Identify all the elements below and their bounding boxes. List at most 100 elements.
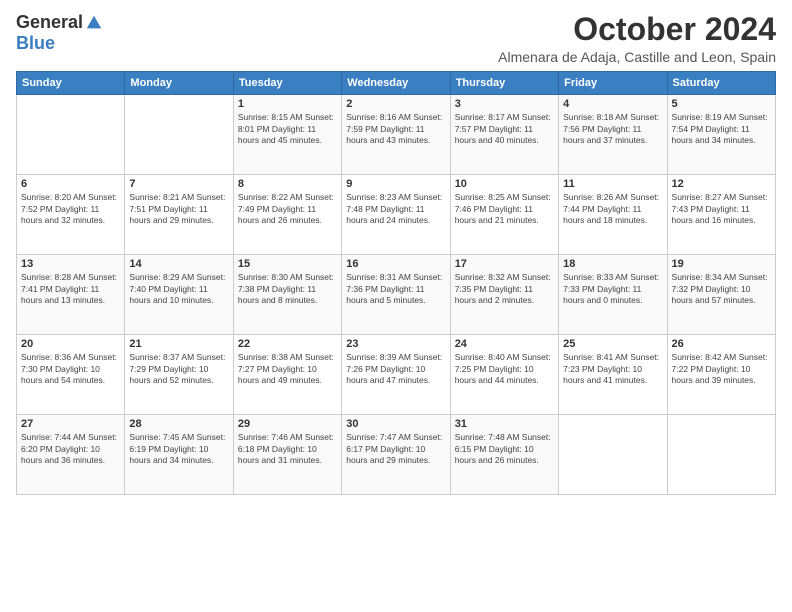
table-row: 1 Sunrise: 8:15 AM Sunset: 8:01 PM Daylig… [233,95,341,175]
header-thursday: Thursday [450,72,558,95]
day-info: Sunrise: 8:22 AM Sunset: 7:49 PM Dayligh… [238,192,337,226]
day-info: Sunrise: 8:33 AM Sunset: 7:33 PM Dayligh… [563,272,662,306]
day-info: Sunrise: 8:42 AM Sunset: 7:22 PM Dayligh… [672,352,771,386]
day-number: 7 [129,178,228,190]
day-number: 14 [129,258,228,270]
table-row [17,95,125,175]
day-number: 24 [455,338,554,350]
day-info: Sunrise: 8:15 AM Sunset: 8:01 PM Dayligh… [238,112,337,146]
day-number: 22 [238,338,337,350]
logo-general-text: General [16,12,83,33]
table-row: 14 Sunrise: 8:29 AM Sunset: 7:40 PM Dayli… [125,255,233,335]
day-number: 1 [238,98,337,110]
table-row: 12 Sunrise: 8:27 AM Sunset: 7:43 PM Dayli… [667,175,775,255]
table-row: 4 Sunrise: 8:18 AM Sunset: 7:56 PM Daylig… [559,95,667,175]
day-number: 20 [21,338,120,350]
day-info: Sunrise: 8:31 AM Sunset: 7:36 PM Dayligh… [346,272,445,306]
title-block: October 2024 Almenara de Adaja, Castille… [498,12,776,65]
table-row: 26 Sunrise: 8:42 AM Sunset: 7:22 PM Dayli… [667,335,775,415]
calendar-table: Sunday Monday Tuesday Wednesday Thursday… [16,71,776,495]
location-title: Almenara de Adaja, Castille and Leon, Sp… [498,49,776,65]
day-number: 9 [346,178,445,190]
day-number: 2 [346,98,445,110]
day-info: Sunrise: 7:45 AM Sunset: 6:19 PM Dayligh… [129,432,228,466]
logo-blue-text: Blue [16,33,55,54]
table-row: 24 Sunrise: 8:40 AM Sunset: 7:25 PM Dayli… [450,335,558,415]
table-row: 30 Sunrise: 7:47 AM Sunset: 6:17 PM Dayli… [342,415,450,495]
day-number: 16 [346,258,445,270]
calendar-body: 1 Sunrise: 8:15 AM Sunset: 8:01 PM Daylig… [17,95,776,495]
day-info: Sunrise: 7:44 AM Sunset: 6:20 PM Dayligh… [21,432,120,466]
table-row: 18 Sunrise: 8:33 AM Sunset: 7:33 PM Dayli… [559,255,667,335]
day-info: Sunrise: 8:18 AM Sunset: 7:56 PM Dayligh… [563,112,662,146]
table-row: 8 Sunrise: 8:22 AM Sunset: 7:49 PM Daylig… [233,175,341,255]
day-number: 12 [672,178,771,190]
table-row: 6 Sunrise: 8:20 AM Sunset: 7:52 PM Daylig… [17,175,125,255]
day-info: Sunrise: 7:46 AM Sunset: 6:18 PM Dayligh… [238,432,337,466]
table-row: 15Sunrise: 8:30 AM Sunset: 7:38 PM Dayli… [233,255,341,335]
day-number: 4 [563,98,662,110]
day-number: 17 [455,258,554,270]
day-info: Sunrise: 8:41 AM Sunset: 7:23 PM Dayligh… [563,352,662,386]
day-number: 27 [21,418,120,430]
day-info: Sunrise: 8:30 AM Sunset: 7:38 PM Dayligh… [238,272,337,306]
day-number: 21 [129,338,228,350]
table-row: 28 Sunrise: 7:45 AM Sunset: 6:19 PM Dayli… [125,415,233,495]
day-number: 28 [129,418,228,430]
day-number: 10 [455,178,554,190]
day-number: 8 [238,178,337,190]
day-number: 29 [238,418,337,430]
table-row: 23Sunrise: 8:39 AM Sunset: 7:26 PM Dayli… [342,335,450,415]
table-row: 5 Sunrise: 8:19 AM Sunset: 7:54 PM Daylig… [667,95,775,175]
day-info: Sunrise: 8:26 AM Sunset: 7:44 PM Dayligh… [563,192,662,226]
header-wednesday: Wednesday [342,72,450,95]
table-row: 3Sunrise: 8:17 AM Sunset: 7:57 PM Daylig… [450,95,558,175]
table-row: 2 Sunrise: 8:16 AM Sunset: 7:59 PM Daylig… [342,95,450,175]
day-number: 19 [672,258,771,270]
header-friday: Friday [559,72,667,95]
day-info: Sunrise: 8:29 AM Sunset: 7:40 PM Dayligh… [129,272,228,306]
day-number: 13 [21,258,120,270]
day-info: Sunrise: 8:23 AM Sunset: 7:48 PM Dayligh… [346,192,445,226]
day-number: 30 [346,418,445,430]
day-info: Sunrise: 8:16 AM Sunset: 7:59 PM Dayligh… [346,112,445,146]
day-info: Sunrise: 8:34 AM Sunset: 7:32 PM Dayligh… [672,272,771,306]
day-info: Sunrise: 8:36 AM Sunset: 7:30 PM Dayligh… [21,352,120,386]
month-title: October 2024 [498,12,776,47]
day-number: 3 [455,98,554,110]
table-row [125,95,233,175]
table-row [667,415,775,495]
day-info: Sunrise: 7:48 AM Sunset: 6:15 PM Dayligh… [455,432,554,466]
header-saturday: Saturday [667,72,775,95]
table-row: 29 Sunrise: 7:46 AM Sunset: 6:18 PM Dayli… [233,415,341,495]
day-number: 6 [21,178,120,190]
table-row: 22 Sunrise: 8:38 AM Sunset: 7:27 PM Dayli… [233,335,341,415]
table-row: 31 Sunrise: 7:48 AM Sunset: 6:15 PM Dayli… [450,415,558,495]
table-row: 25 Sunrise: 8:41 AM Sunset: 7:23 PM Dayli… [559,335,667,415]
logo-icon [85,14,103,32]
day-info: Sunrise: 8:20 AM Sunset: 7:52 PM Dayligh… [21,192,120,226]
day-info: Sunrise: 8:27 AM Sunset: 7:43 PM Dayligh… [672,192,771,226]
day-info: Sunrise: 7:47 AM Sunset: 6:17 PM Dayligh… [346,432,445,466]
table-row: 10 Sunrise: 8:25 AM Sunset: 7:46 PM Dayli… [450,175,558,255]
table-row: 13 Sunrise: 8:28 AM Sunset: 7:41 PM Dayli… [17,255,125,335]
day-number: 18 [563,258,662,270]
day-info: Sunrise: 8:19 AM Sunset: 7:54 PM Dayligh… [672,112,771,146]
table-row: 21Sunrise: 8:37 AM Sunset: 7:29 PM Dayli… [125,335,233,415]
table-row: 20 Sunrise: 8:36 AM Sunset: 7:30 PM Dayli… [17,335,125,415]
day-number: 26 [672,338,771,350]
table-row: 27 Sunrise: 7:44 AM Sunset: 6:20 PM Dayli… [17,415,125,495]
header-tuesday: Tuesday [233,72,341,95]
day-info: Sunrise: 8:28 AM Sunset: 7:41 PM Dayligh… [21,272,120,306]
logo: General Blue [16,12,103,54]
day-info: Sunrise: 8:25 AM Sunset: 7:46 PM Dayligh… [455,192,554,226]
day-info: Sunrise: 8:32 AM Sunset: 7:35 PM Dayligh… [455,272,554,306]
day-number: 5 [672,98,771,110]
table-row: 17 Sunrise: 8:32 AM Sunset: 7:35 PM Dayli… [450,255,558,335]
day-info: Sunrise: 8:40 AM Sunset: 7:25 PM Dayligh… [455,352,554,386]
day-number: 25 [563,338,662,350]
day-number: 31 [455,418,554,430]
table-row [559,415,667,495]
header-sunday: Sunday [17,72,125,95]
day-info: Sunrise: 8:38 AM Sunset: 7:27 PM Dayligh… [238,352,337,386]
